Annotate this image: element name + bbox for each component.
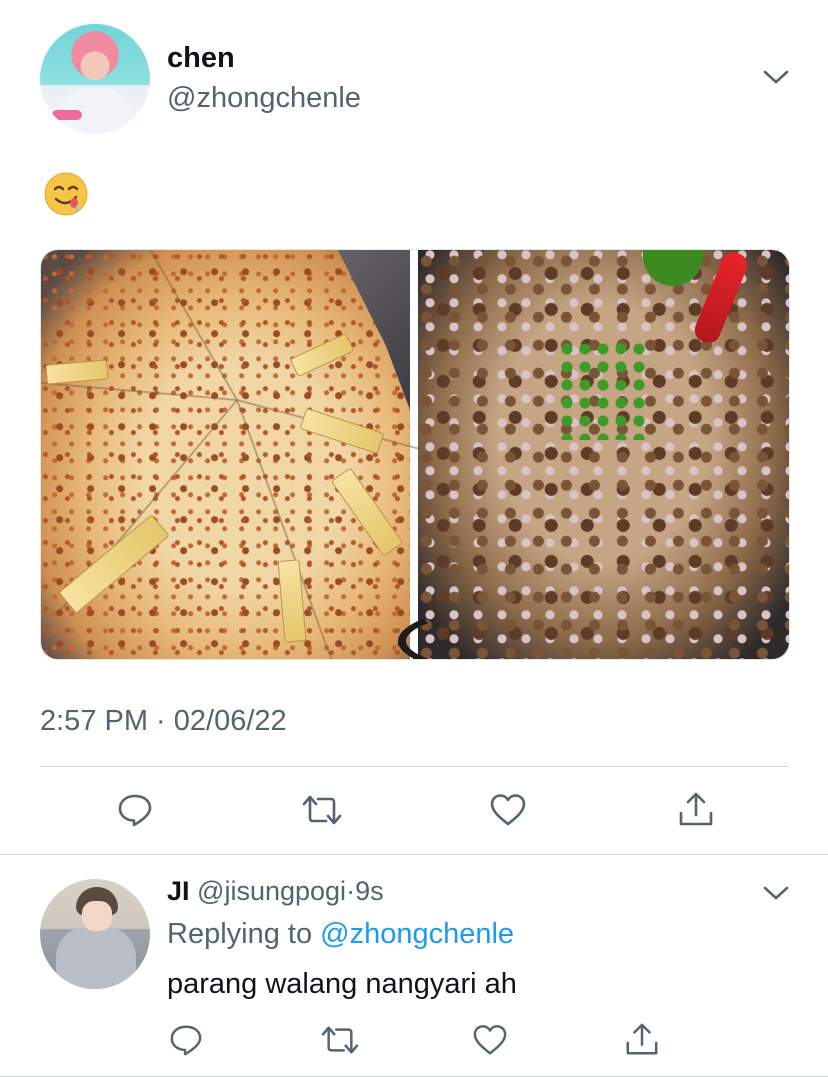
reply-button[interactable] [166, 1020, 206, 1060]
avatar-hoodie [56, 927, 136, 989]
scallion-garnish [558, 340, 648, 440]
retweet-icon [321, 1026, 359, 1054]
chevron-down-icon[interactable] [762, 68, 790, 86]
reply-button[interactable] [115, 790, 155, 830]
share-icon [679, 792, 713, 826]
tweet-media-grid[interactable] [40, 249, 790, 660]
slice-cut [96, 250, 238, 401]
author-avatar[interactable] [40, 24, 150, 134]
sisig-photo[interactable] [398, 250, 789, 659]
share-icon [626, 1023, 658, 1055]
reply-separator: · [346, 876, 356, 906]
garnish-strip [277, 559, 307, 643]
lime-slice [643, 250, 703, 286]
pizza-photo[interactable] [41, 250, 508, 659]
garnish-strip [58, 514, 170, 614]
retweet-button[interactable] [302, 790, 342, 830]
avatar-face [82, 901, 112, 931]
replying-prefix: Replying to [167, 918, 321, 950]
drooling-face-emoji [44, 172, 88, 216]
garnish-strip [330, 467, 404, 557]
retweet-button[interactable] [320, 1020, 360, 1060]
garnish-strip [299, 407, 385, 455]
chevron-down-icon[interactable] [762, 884, 790, 902]
share-button[interactable] [622, 1020, 662, 1060]
author-name[interactable]: chen [167, 42, 235, 75]
reply-icon [118, 794, 152, 827]
reply-author-name[interactable]: JI [167, 876, 190, 906]
section-divider [0, 854, 828, 855]
reply-icon [170, 1025, 202, 1056]
reply-header: JI @jisungpogi·9s [167, 876, 384, 907]
heart-icon [490, 794, 526, 826]
pizza-pan [338, 250, 410, 410]
divider [40, 766, 788, 767]
sizzling-plate [398, 593, 789, 659]
avatar-cup [52, 110, 82, 120]
like-button[interactable] [488, 790, 528, 830]
replying-mention[interactable]: @zhongchenle [320, 918, 514, 950]
heart-icon [473, 1025, 507, 1055]
replying-to: Replying to @zhongchenle [167, 918, 514, 951]
retweet-icon [302, 795, 342, 825]
reply-author-handle[interactable]: @jisungpogi [197, 876, 346, 906]
garnish-strip [45, 359, 109, 385]
author-handle[interactable]: @zhongchenle [167, 82, 361, 115]
share-button[interactable] [676, 790, 716, 830]
reply-time[interactable]: 9s [355, 876, 384, 906]
garnish-strip [289, 332, 355, 378]
tweet-timestamp[interactable]: 2:57 PM · 02/06/22 [40, 705, 287, 738]
like-button[interactable] [470, 1020, 510, 1060]
reply-author-avatar[interactable] [40, 879, 150, 989]
reply-text: parang walang nangyari ah [167, 968, 517, 1000]
